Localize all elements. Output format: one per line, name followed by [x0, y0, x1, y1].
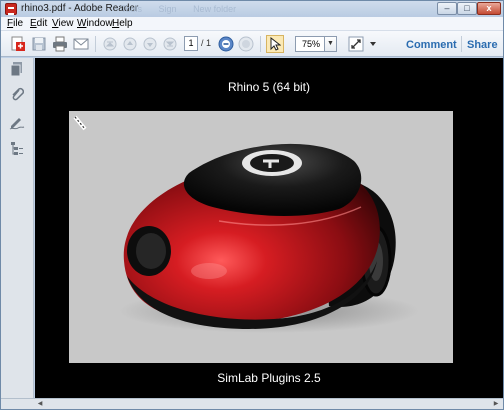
fit-page-icon[interactable]: [347, 35, 365, 53]
share-link[interactable]: Share: [467, 39, 498, 51]
pencil-cursor-icon: [73, 115, 87, 131]
navigation-panel: [1, 58, 34, 409]
adobe-reader-icon: [5, 3, 17, 15]
zoom-in-icon[interactable]: [237, 35, 255, 53]
save-icon[interactable]: [30, 35, 48, 53]
menu-edit[interactable]: Edit: [30, 18, 47, 29]
menu-window[interactable]: Window: [77, 18, 113, 29]
toolbar-separator: [95, 36, 96, 52]
menu-file[interactable]: File: [7, 18, 23, 29]
menu-help[interactable]: Help: [112, 18, 133, 29]
email-icon[interactable]: [72, 35, 90, 53]
next-page-icon[interactable]: [141, 35, 159, 53]
document-footer: SimLab Plugins 2.5: [217, 371, 321, 385]
toolbar: 1 / 1 75% ▼ Comment Share: [1, 31, 503, 57]
horizontal-scrollbar[interactable]: ◀ ▶: [1, 398, 503, 409]
page-count: / 1: [201, 38, 212, 48]
comment-link[interactable]: Comment: [406, 39, 457, 51]
scroll-left-icon[interactable]: ◀: [35, 399, 45, 409]
select-tool-icon[interactable]: [266, 35, 284, 53]
attachments-icon[interactable]: [9, 87, 25, 103]
more-tools-icon[interactable]: [367, 35, 379, 53]
document-title: Rhino 5 (64 bit): [227, 80, 311, 94]
ghost-tab: Tools: [121, 4, 143, 14]
ghost-tab: New folder: [193, 4, 237, 14]
close-button[interactable]: x: [477, 2, 501, 15]
menu-bar: File Edit View Window Help: [1, 17, 503, 31]
zoom-out-icon[interactable]: [217, 35, 235, 53]
layers-icon[interactable]: [9, 140, 25, 156]
minimize-button[interactable]: –: [437, 2, 457, 15]
chevron-down-icon[interactable]: ▼: [324, 36, 337, 52]
pages-icon[interactable]: [9, 61, 25, 77]
menu-view[interactable]: View: [52, 18, 74, 29]
print-icon[interactable]: [51, 35, 69, 53]
mouse-render-illustration: [73, 115, 419, 333]
page-number-input[interactable]: 1: [184, 36, 198, 51]
create-pdf-icon[interactable]: [9, 35, 27, 53]
toolbar-separator: [260, 36, 261, 52]
toolbar-separator: [461, 36, 462, 52]
signatures-icon[interactable]: [9, 114, 25, 130]
title-bar: rhino3.pdf - Adobe Reader Tools Sign New…: [1, 1, 503, 17]
app-window: rhino3.pdf - Adobe Reader Tools Sign New…: [0, 0, 504, 410]
ghost-tabs: Tools Sign New folder: [121, 4, 250, 14]
first-page-icon[interactable]: [101, 35, 119, 53]
scroll-right-icon[interactable]: ▶: [491, 399, 501, 409]
document-view[interactable]: Rhino 5 (64 bit) SimLab Plugins 2.5: [35, 58, 503, 398]
ghost-tab: Sign: [158, 4, 177, 14]
last-page-icon[interactable]: [161, 35, 179, 53]
rhino-render-image: [69, 111, 453, 363]
previous-page-icon[interactable]: [121, 35, 139, 53]
maximize-button[interactable]: □: [457, 2, 477, 15]
